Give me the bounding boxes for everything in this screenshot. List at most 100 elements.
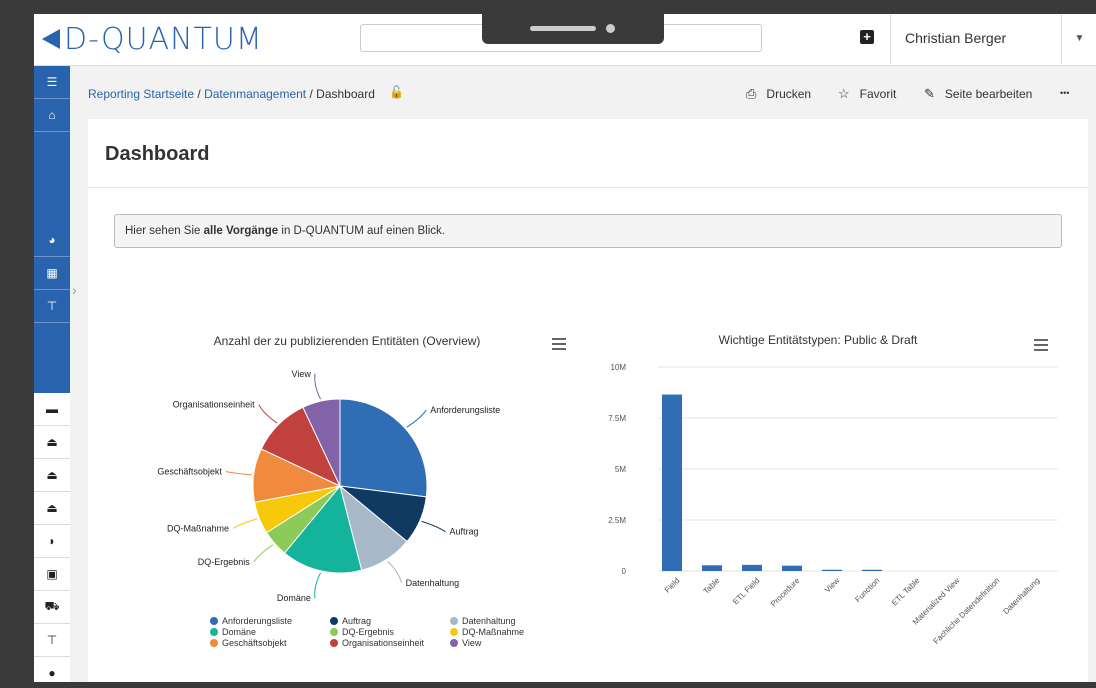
pencil-icon: ✎ bbox=[924, 86, 935, 101]
pie-data-label: Geschäftsobjekt bbox=[157, 467, 222, 477]
pie-connector bbox=[314, 572, 322, 599]
inbox-icon[interactable]: ⏏ bbox=[34, 492, 70, 525]
legend-marker bbox=[450, 639, 458, 647]
chevron-right-icon[interactable]: › bbox=[72, 282, 84, 298]
bar[interactable] bbox=[742, 564, 762, 571]
legend-marker bbox=[450, 617, 458, 625]
shield-icon[interactable]: ◗ bbox=[34, 525, 70, 558]
menu-icon[interactable]: ☰ bbox=[34, 66, 70, 99]
sitemap-icon[interactable]: ⊤ bbox=[34, 624, 70, 657]
edit-page-button[interactable]: ✎ Seite bearbeiten bbox=[924, 86, 1032, 102]
pie-connector bbox=[258, 404, 278, 424]
legend-item[interactable]: Organisationseinheit bbox=[342, 638, 425, 648]
legend-marker bbox=[210, 639, 218, 647]
x-tick-label: Field bbox=[663, 576, 682, 595]
legend-item[interactable]: Domäne bbox=[222, 627, 256, 637]
bar[interactable] bbox=[822, 569, 842, 571]
x-tick-label: View bbox=[823, 576, 842, 595]
breadcrumb-current: Dashboard bbox=[316, 87, 375, 101]
pie-slice[interactable] bbox=[339, 398, 428, 498]
divider bbox=[88, 187, 1088, 188]
breadcrumb-separator: / bbox=[194, 87, 205, 101]
print-button[interactable]: ⎙ Drucken bbox=[746, 86, 811, 102]
logo-triangle-icon bbox=[42, 29, 60, 49]
bar[interactable] bbox=[782, 565, 802, 571]
pie-data-label: Datenhaltung bbox=[406, 578, 460, 588]
device-frame: D-QUANTUM + Christian Berger ▼ ☰ ⌂ ◕ ▦ ⊤… bbox=[20, 0, 1096, 688]
clipboard-icon[interactable]: ▣ bbox=[34, 558, 70, 591]
legend-item[interactable]: Auftrag bbox=[342, 616, 371, 626]
unlock-icon[interactable]: 🔓 bbox=[389, 85, 404, 99]
pie-data-label: DQ-Maßnahme bbox=[167, 523, 229, 533]
sidebar-filler bbox=[34, 151, 70, 224]
legend-marker bbox=[330, 617, 338, 625]
pie-connector bbox=[232, 518, 258, 529]
sitemap-icon[interactable]: ⊤ bbox=[34, 290, 70, 323]
caret-down-icon[interactable]: ▼ bbox=[1061, 14, 1096, 64]
y-tick-label: 7.5M bbox=[608, 414, 626, 423]
pie-connector bbox=[314, 373, 322, 400]
breadcrumb-link-reporting[interactable]: Reporting Startseite bbox=[88, 87, 194, 101]
book-icon[interactable]: ▬ bbox=[34, 393, 70, 426]
user-circle-icon[interactable]: ● bbox=[34, 657, 70, 682]
inbox-icon[interactable]: ⏏ bbox=[34, 426, 70, 459]
pie-chart-icon[interactable]: ◕ bbox=[34, 224, 70, 257]
breadcrumb-link-datenmanagement[interactable]: Datenmanagement bbox=[204, 87, 306, 101]
y-tick-label: 0 bbox=[622, 567, 627, 576]
user-name: Christian Berger bbox=[905, 30, 1007, 46]
pie-connector bbox=[421, 520, 446, 533]
legend-item[interactable]: Datenhaltung bbox=[462, 616, 516, 626]
info-suffix: in D-QUANTUM auf einen Blick. bbox=[278, 225, 445, 237]
legend-item[interactable]: Anforderungsliste bbox=[222, 616, 292, 626]
more-button[interactable]: ••• bbox=[1060, 88, 1069, 98]
y-tick-label: 10M bbox=[610, 363, 626, 372]
user-menu[interactable]: Christian Berger ▼ bbox=[890, 14, 1096, 64]
info-bold: alle Vorgänge bbox=[203, 225, 279, 237]
x-tick-label: Datenhaltung bbox=[1001, 576, 1041, 616]
logo-text: D-QUANTUM bbox=[64, 21, 263, 57]
pie-data-label: Organisationseinheit bbox=[173, 400, 256, 410]
pie-connector bbox=[225, 471, 252, 476]
bar-chart-title: Wichtige Entitätstypen: Public & Draft bbox=[718, 333, 918, 347]
bar[interactable] bbox=[702, 565, 722, 571]
sidebar: ☰ ⌂ ◕ ▦ ⊤ ▬ ⏏ ⏏ ⏏ ◗ ▣ ⛟ ⊤ ● bbox=[34, 66, 70, 682]
breadcrumb-separator: / bbox=[306, 87, 317, 101]
legend-marker bbox=[210, 628, 218, 636]
pie-data-label: Anforderungsliste bbox=[430, 405, 500, 415]
y-tick-label: 2.5M bbox=[608, 516, 626, 525]
x-tick-label: ETL Table bbox=[890, 576, 922, 608]
pie-chart-title: Anzahl der zu publizierenden Entitäten (… bbox=[213, 334, 481, 348]
table-icon[interactable]: ▦ bbox=[34, 257, 70, 290]
legend-marker bbox=[210, 617, 218, 625]
inbox-icon[interactable]: ⏏ bbox=[34, 459, 70, 492]
pie-connector bbox=[253, 544, 274, 563]
legend-marker bbox=[450, 628, 458, 636]
add-icon[interactable]: + bbox=[860, 30, 874, 44]
dashboard-panel: Dashboard Hier sehen Sie alle Vorgänge i… bbox=[88, 119, 1088, 682]
logo[interactable]: D-QUANTUM bbox=[42, 21, 263, 57]
legend-item[interactable]: Geschäftsobjekt bbox=[222, 638, 287, 648]
pie-data-label: Domäne bbox=[277, 593, 311, 603]
bar[interactable] bbox=[662, 394, 682, 571]
pie-connector bbox=[406, 409, 427, 428]
hamburger-icon[interactable] bbox=[552, 338, 566, 353]
favorite-button[interactable]: ☆ Favorit bbox=[838, 86, 896, 102]
legend-marker bbox=[330, 639, 338, 647]
y-tick-label: 5M bbox=[615, 465, 626, 474]
camera-notch bbox=[482, 14, 664, 44]
legend-item[interactable]: View bbox=[462, 638, 482, 648]
legend-item[interactable]: DQ-Maßnahme bbox=[462, 627, 524, 637]
legend-item[interactable]: DQ-Ergebnis bbox=[342, 627, 395, 637]
x-tick-label: Function bbox=[853, 576, 881, 604]
bar[interactable] bbox=[862, 569, 882, 571]
cart-icon[interactable]: ⛟ bbox=[34, 591, 70, 624]
print-label: Drucken bbox=[766, 87, 812, 101]
favorite-label: Favorit bbox=[859, 87, 897, 101]
x-tick-label: Procedure bbox=[769, 576, 802, 609]
pie-chart: Anforderungsliste Auftrag Datenhaltung Domä… bbox=[157, 369, 524, 648]
print-icon: ⎙ bbox=[746, 86, 757, 101]
pie-data-label: DQ-Ergebnis bbox=[198, 557, 251, 567]
home-icon[interactable]: ⌂ bbox=[34, 99, 70, 132]
sidebar-filler bbox=[34, 323, 70, 393]
x-tick-label: ETL Field bbox=[731, 576, 761, 606]
